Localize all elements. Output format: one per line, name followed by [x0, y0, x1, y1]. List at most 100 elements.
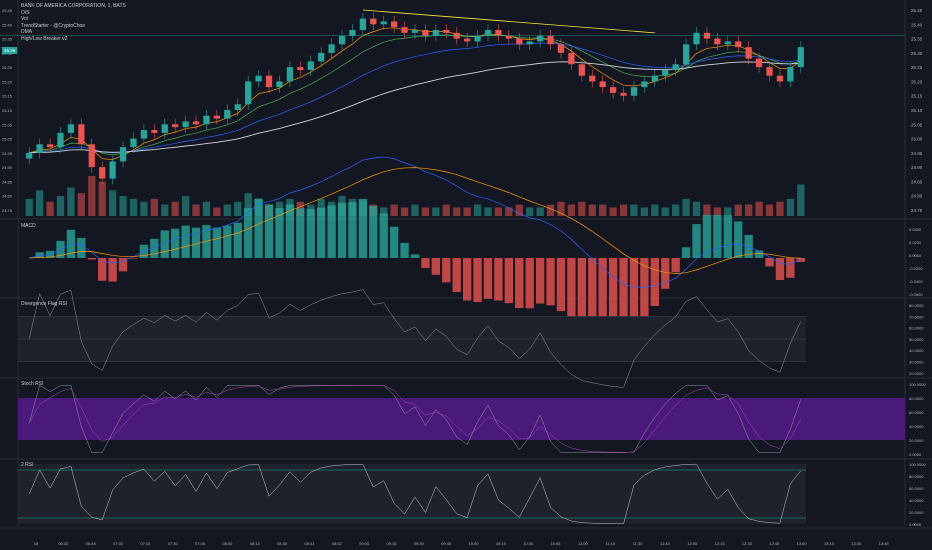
volume-bar	[181, 196, 190, 216]
stoch-axis-label: 60.0000	[909, 410, 924, 415]
volume-bar	[619, 204, 628, 216]
macd-histogram-bar	[171, 228, 180, 258]
volume-bar	[56, 196, 65, 216]
volume-bar	[661, 207, 669, 216]
rsi-axis-label: 30.0000	[909, 360, 924, 365]
rsi2-pane-label[interactable]: 2 RSI	[21, 462, 34, 468]
macd-histogram-bar	[410, 254, 420, 258]
volume-bar	[536, 207, 544, 216]
macd-line	[29, 156, 801, 288]
time-axis-label: 06:45	[86, 541, 97, 546]
price-axis-label: 24.90	[911, 165, 923, 170]
left-price-axis-label: 25.25	[2, 65, 13, 70]
macd-histogram-bar	[442, 258, 451, 283]
candle-body	[662, 70, 669, 76]
price-axis-label: 24.75	[911, 208, 923, 213]
macd-histogram-bar	[796, 258, 805, 262]
price-axis-label: 25.35	[911, 37, 923, 42]
time-axis-label: 08:41	[304, 541, 315, 546]
macd-histogram-bar	[400, 242, 409, 258]
volume-bar	[25, 198, 33, 216]
volume-bar	[609, 207, 617, 216]
left-price-axis-label: 25.35	[2, 37, 13, 42]
volume-bar	[505, 207, 513, 216]
candle-body	[401, 27, 408, 33]
candle-body	[46, 144, 54, 148]
time-axis-label: 13:00	[797, 541, 808, 546]
candle-body	[682, 44, 690, 65]
macd-histogram-bar	[765, 258, 774, 267]
macd-histogram-bar	[681, 247, 691, 258]
macd-histogram-bar	[713, 214, 722, 258]
volume-bar	[77, 193, 85, 216]
volume-bar	[400, 207, 409, 216]
left-price-axis-label: 24.85	[2, 179, 13, 184]
chart-canvas[interactable]: 25.4525.4525.4025.4025.3525.3525.3025.30…	[0, 0, 932, 550]
macd-histogram-bar	[223, 225, 232, 258]
macd-histogram-bar	[525, 258, 534, 309]
candle-body	[276, 81, 283, 88]
stoch-pane-label[interactable]: Stoch RSI	[21, 381, 44, 387]
indicator-highlow-breaker[interactable]: High/Low Breaker v2	[21, 36, 126, 43]
rsi-axis-label: 70.0000	[909, 314, 924, 319]
candle-body	[766, 67, 773, 76]
macd-histogram-bar	[786, 258, 795, 278]
chart-legend: BANK OF AMERICA CORPORATION, 1, BATS O/S…	[21, 3, 126, 42]
candle-body	[370, 18, 377, 25]
macd-histogram-bar	[254, 198, 263, 258]
rsi-axis-label: 80.0000	[909, 303, 924, 308]
volume-bar	[129, 198, 138, 216]
volume-bar	[786, 198, 795, 216]
time-axis-label: 11:15	[605, 541, 615, 546]
volume-bar	[442, 204, 450, 216]
macd-histogram-bar	[306, 208, 315, 258]
candle-body	[307, 61, 314, 70]
volume-bar	[46, 201, 54, 216]
macd-histogram-bar	[452, 258, 461, 293]
candle-body	[203, 115, 210, 125]
macd-histogram-bar	[546, 258, 555, 306]
candle-body	[224, 110, 231, 119]
price-axis-label: 25.40	[911, 22, 923, 27]
volume-bar	[578, 201, 586, 216]
volume-bar	[463, 207, 471, 216]
price-axis-label: 24.95	[911, 151, 923, 156]
macd-histogram-bar	[640, 258, 649, 323]
volume-bar	[651, 204, 659, 216]
candle-body	[109, 161, 116, 179]
volume-bar	[140, 201, 148, 216]
macd-histogram-bar	[369, 205, 378, 258]
stoch-band	[18, 398, 905, 440]
macd-histogram-bar	[285, 204, 295, 258]
time-axis-label: 12:00	[687, 541, 698, 546]
time-axis-label: 11:45	[660, 541, 670, 546]
macd-histogram-bar	[671, 258, 680, 273]
volume-bar	[526, 207, 534, 216]
candle-body	[140, 130, 148, 139]
time-axis-label: 13:15	[824, 541, 835, 546]
rsi2-axis-label: 80.0000	[909, 474, 924, 479]
macd-histogram-bar	[191, 227, 201, 258]
time-axis-label: 10:45	[551, 541, 562, 546]
candle-body	[797, 47, 804, 68]
candle-body	[735, 41, 742, 48]
macd-pane-label[interactable]: MACD	[21, 223, 36, 229]
price-axis-label: 25.25	[911, 65, 923, 70]
candle-body	[318, 52, 325, 62]
rsi-pane-label[interactable]: Divergence Flag RSI	[21, 301, 67, 307]
volume-bar	[119, 196, 127, 216]
volume-bar	[390, 204, 398, 216]
candle-body	[609, 87, 617, 93]
candle-body	[57, 132, 64, 148]
time-axis-label: 07:45	[195, 541, 206, 546]
candle-body	[443, 30, 450, 33]
volume-bar	[494, 207, 503, 216]
time-axis-label: 13:30	[851, 541, 862, 546]
volume-bar	[713, 207, 722, 216]
left-price-axis-label: 24.80	[2, 194, 13, 199]
time-axis-label: 10:15	[496, 541, 507, 546]
candle-body	[672, 64, 679, 70]
macd-histogram-bar	[77, 237, 86, 258]
candle-body	[755, 58, 763, 68]
time-axis-label: 09:05	[359, 541, 370, 546]
